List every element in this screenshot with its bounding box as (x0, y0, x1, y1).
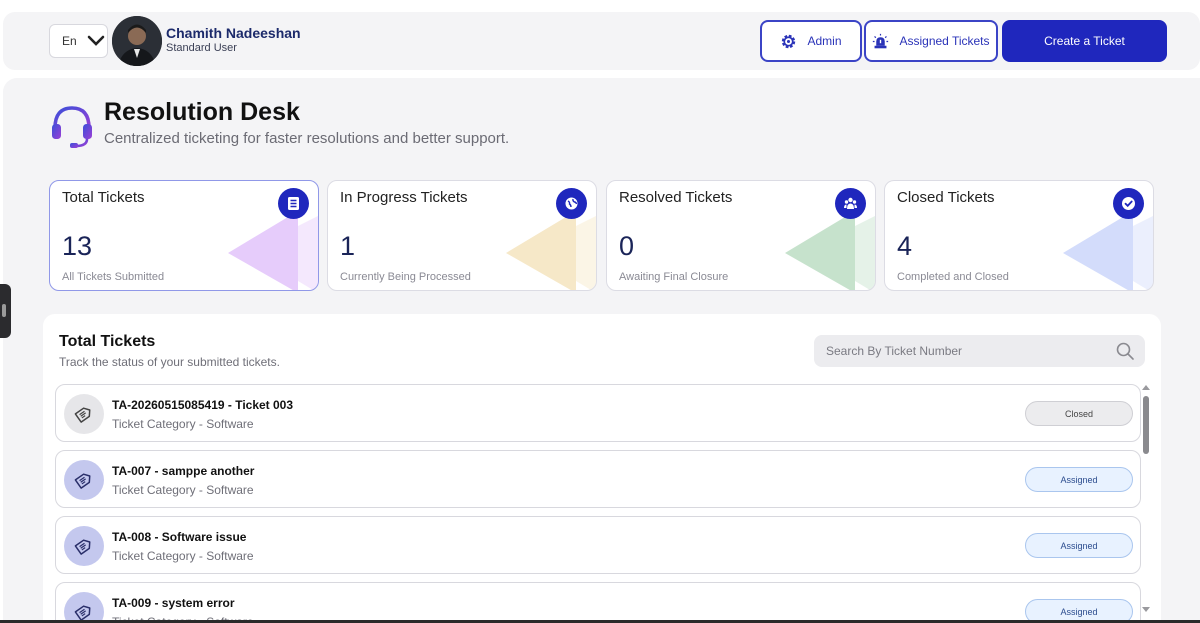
document-list-icon (278, 188, 309, 219)
ticket-search[interactable] (814, 335, 1145, 367)
card-decoration (228, 211, 318, 290)
top-bar: En Chamith Nadeeshan Standard User Admin… (3, 12, 1200, 70)
user-photo (112, 16, 162, 66)
tickets-panel-subtitle: Track the status of your submitted ticke… (59, 355, 280, 369)
search-input[interactable] (826, 344, 1106, 358)
user-name: Chamith Nadeeshan (166, 25, 301, 41)
headset-icon (52, 106, 92, 148)
ticket-row[interactable]: TA-008 - Software issue Ticket Category … (55, 516, 1141, 574)
stat-card-closed[interactable]: Closed Tickets 4 Completed and Closed (884, 180, 1154, 291)
ticket-category: Ticket Category - Software (112, 483, 254, 497)
language-select[interactable]: En (49, 24, 108, 58)
ticket-icon (64, 394, 104, 434)
create-ticket-button[interactable]: Create a Ticket (1002, 20, 1167, 62)
stat-title: Closed Tickets (897, 189, 995, 206)
stat-card-in-progress[interactable]: In Progress Tickets 1 Currently Being Pr… (327, 180, 597, 291)
ticket-title: TA-009 - system error (112, 596, 235, 610)
search-icon[interactable] (1115, 341, 1135, 361)
ticket-list: TA-20260515085419 - Ticket 003 Ticket Ca… (55, 384, 1143, 623)
status-badge: Assigned (1025, 467, 1133, 492)
ticket-icon (64, 592, 104, 623)
ticket-row[interactable]: TA-20260515085419 - Ticket 003 Ticket Ca… (55, 384, 1141, 442)
ticket-category: Ticket Category - Software (112, 549, 254, 563)
status-badge: Closed (1025, 401, 1133, 426)
stat-title: Total Tickets (62, 189, 145, 206)
page-title: Resolution Desk (104, 98, 300, 126)
ticket-row[interactable]: TA-009 - system error Ticket Category - … (55, 582, 1141, 623)
stat-card-total[interactable]: Total Tickets 13 All Tickets Submitted (49, 180, 319, 291)
scroll-up-arrow-icon[interactable] (1142, 385, 1150, 390)
team-icon (835, 188, 866, 219)
stat-subtitle: All Tickets Submitted (62, 271, 165, 283)
page-subtitle: Centralized ticketing for faster resolut… (104, 130, 510, 147)
stat-subtitle: Currently Being Processed (340, 271, 471, 283)
scroll-thumb[interactable] (1143, 396, 1149, 454)
ticket-title: TA-008 - Software issue (112, 530, 247, 544)
stat-value: 1 (340, 231, 356, 261)
card-decoration (785, 211, 875, 290)
tickets-panel: Total Tickets Track the status of your s… (43, 314, 1161, 623)
stat-value: 4 (897, 231, 913, 261)
stat-card-resolved[interactable]: Resolved Tickets 0 Awaiting Final Closur… (606, 180, 876, 291)
stat-title: Resolved Tickets (619, 189, 733, 206)
stat-subtitle: Completed and Closed (897, 271, 1009, 283)
card-decoration (506, 211, 596, 290)
check-circle-icon (1113, 188, 1144, 219)
stat-title: In Progress Tickets (340, 189, 468, 206)
ticket-icon (64, 460, 104, 500)
ticket-list-scrollbar[interactable] (1141, 384, 1151, 612)
ticket-row[interactable]: TA-007 - samppe another Ticket Category … (55, 450, 1141, 508)
alarm-light-icon (873, 33, 889, 48)
admin-label: Admin (807, 34, 842, 48)
ticket-title: TA-20260515085419 - Ticket 003 (112, 398, 294, 412)
avatar[interactable] (112, 16, 162, 66)
tickets-panel-title: Total Tickets (59, 333, 156, 350)
admin-button[interactable]: Admin (760, 20, 862, 62)
status-badge: Assigned (1025, 533, 1133, 558)
globe-icon (556, 188, 587, 219)
ticket-icon (64, 526, 104, 566)
card-decoration (1063, 211, 1153, 290)
user-role: Standard User (166, 42, 237, 54)
assigned-tickets-label: Assigned Tickets (899, 34, 990, 48)
assigned-tickets-button[interactable]: Assigned Tickets (864, 20, 998, 62)
stat-value: 0 (619, 231, 635, 261)
chevron-down-icon (87, 35, 104, 46)
stat-value: 13 (62, 231, 93, 261)
ticket-title: TA-007 - samppe another (112, 464, 255, 478)
gear-icon (782, 34, 796, 48)
language-value: En (62, 34, 77, 48)
ticket-category: Ticket Category - Software (112, 417, 254, 431)
side-drawer-handle[interactable] (0, 284, 11, 338)
scroll-down-arrow-icon[interactable] (1142, 607, 1150, 612)
stat-subtitle: Awaiting Final Closure (619, 271, 729, 283)
